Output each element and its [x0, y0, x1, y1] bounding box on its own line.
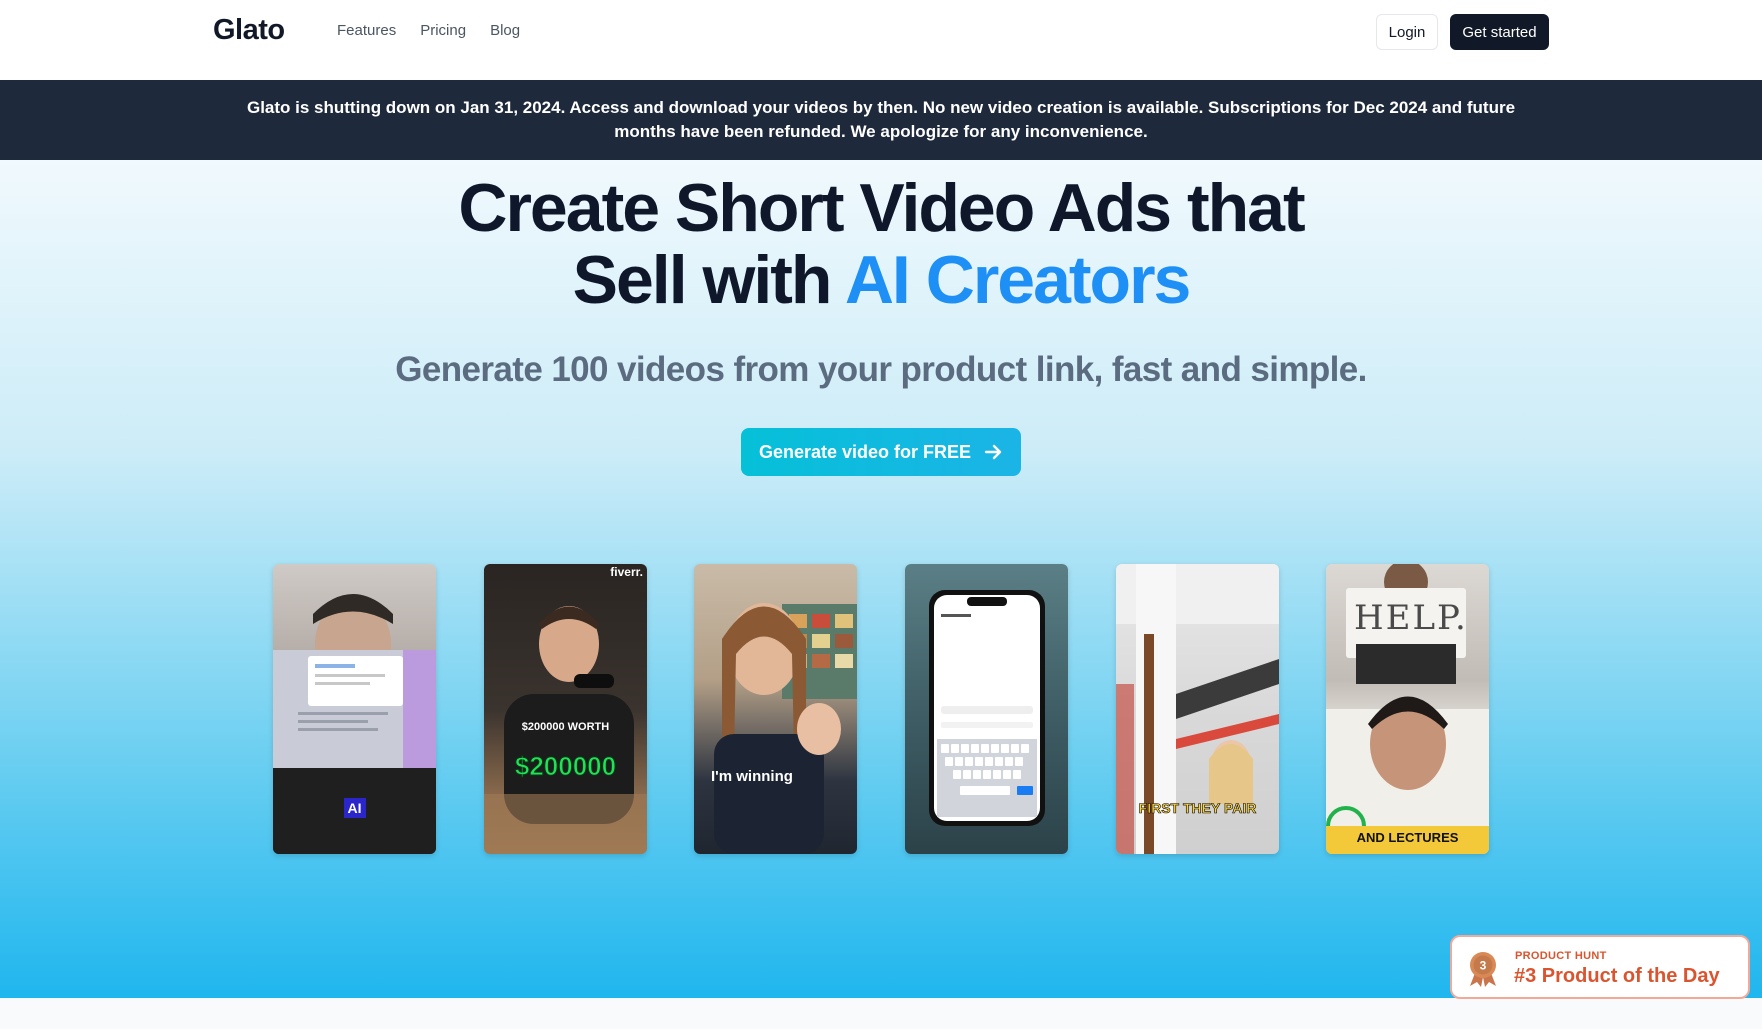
video-caption: AND LECTURES [1356, 830, 1459, 845]
video-caption: $200000 [514, 751, 617, 782]
hero-title-line2: Sell with [572, 242, 845, 318]
product-hunt-title: #3 Product of the Day [1514, 965, 1720, 987]
nav-link-pricing[interactable]: Pricing [420, 22, 466, 39]
generate-video-button[interactable]: Generate video for FREE [741, 428, 1021, 476]
shutdown-banner: Glato is shutting down on Jan 31, 2024. … [0, 80, 1762, 160]
hero-title-accent: AI Creators [844, 242, 1192, 318]
video-card[interactable]: HELP. AND LECTURES [1326, 564, 1489, 854]
video-card[interactable]: fiverr. $200000 WORTH $200000 [484, 564, 647, 854]
phone-screen-thumbnail [929, 590, 1045, 826]
cta-label: Generate video for FREE [758, 441, 972, 462]
video-thumbnail [714, 603, 857, 854]
login-button[interactable]: Login [1376, 14, 1438, 50]
video-card[interactable]: AI [273, 564, 436, 854]
product-hunt-label: PRODUCT HUNT [1515, 950, 1607, 962]
hero-section: Create Short Video Ads that Sell with AI… [0, 160, 1762, 998]
fiverr-watermark: fiverr. [610, 565, 643, 579]
sign-text: HELP. [1354, 598, 1468, 638]
hero-title-line1: Create Short Video Ads that [458, 170, 1305, 246]
top-navbar: Glato Features Pricing Blog Login Get st… [0, 0, 1762, 80]
video-caption: I'm winning [711, 768, 793, 785]
nav-link-features[interactable]: Features [337, 22, 396, 39]
hero-subtitle: Generate 100 videos from your product li… [395, 350, 1367, 389]
product-hunt-badge[interactable]: 3 PRODUCT HUNT #3 Product of the Day [1450, 935, 1750, 999]
video-card[interactable]: I'm winning [694, 564, 857, 854]
nav-links: Features Pricing Blog [337, 22, 520, 39]
arrow-right-icon [984, 444, 1002, 460]
page-bottom-strip [0, 998, 1762, 1029]
video-thumbnail [484, 606, 647, 854]
get-started-button[interactable]: Get started [1450, 14, 1549, 50]
medal-icon: 3 [1470, 952, 1496, 987]
medal-rank: 3 [1480, 959, 1487, 973]
nav-link-blog[interactable]: Blog [490, 22, 520, 39]
video-card[interactable]: FIRST THEY PAIR [1116, 564, 1279, 854]
logo[interactable]: Glato [213, 14, 285, 47]
video-caption-top: $200000 WORTH [521, 721, 610, 733]
video-caption: FIRST THEY PAIR [1138, 800, 1257, 817]
hero-title: Create Short Video Ads that Sell with AI… [0, 172, 1762, 316]
banner-text: Glato is shutting down on Jan 31, 2024. … [246, 98, 1516, 141]
video-card[interactable] [905, 564, 1068, 854]
video-caption: AI [273, 798, 436, 818]
